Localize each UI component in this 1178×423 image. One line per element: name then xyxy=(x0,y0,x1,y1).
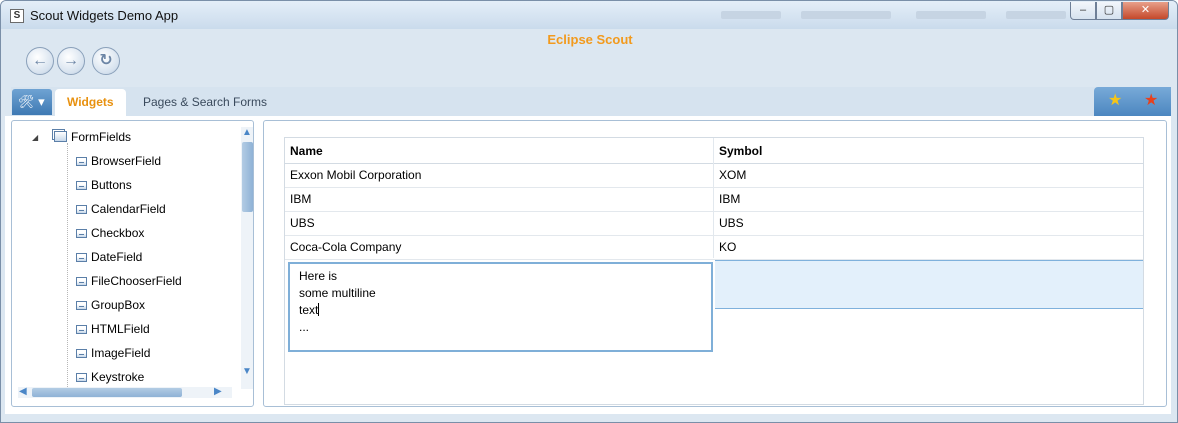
tree-item-label: FileChooserField xyxy=(91,274,182,288)
tree-item-label: CalendarField xyxy=(91,202,166,216)
tree-item-imagefield[interactable]: ImageField xyxy=(76,343,150,363)
tree-item-browserfield[interactable]: BrowserField xyxy=(76,151,161,171)
tree-item-label: BrowserField xyxy=(91,154,162,168)
tab-pages-search-forms[interactable]: Pages & Search Forms xyxy=(131,89,279,117)
form-field-icon xyxy=(76,277,87,286)
tree-item-htmlfield[interactable]: HTMLField xyxy=(76,319,150,339)
table-row[interactable]: UBS UBS xyxy=(285,212,1143,236)
navigation-tree: ◢ FormFields BrowserField Buttons Calend… xyxy=(11,120,254,407)
company-table: Name Symbol Exxon Mobil Corporation XOM … xyxy=(284,137,1144,405)
tree-item-checkbox[interactable]: Checkbox xyxy=(76,223,144,243)
cell-symbol: IBM xyxy=(719,192,741,206)
refresh-icon: ↻ xyxy=(99,52,113,69)
cell-name: IBM xyxy=(290,192,312,206)
tree-node-formfields[interactable]: FormFields xyxy=(54,127,131,147)
form-field-icon xyxy=(76,301,87,310)
editor-line: some multiline xyxy=(299,286,376,300)
form-field-icon xyxy=(76,205,87,214)
tools-menu-button[interactable]: 🛠 ▾ xyxy=(12,89,52,115)
column-header-symbol[interactable]: Symbol xyxy=(719,144,762,158)
toolbar-placeholder-icon xyxy=(1006,11,1066,19)
tree-item-label: Checkbox xyxy=(91,226,145,240)
tree-item-label: HTMLField xyxy=(91,322,150,336)
tree-item-label: Buttons xyxy=(91,178,132,192)
toolbar-placeholder-icon xyxy=(801,11,891,19)
arrow-left-icon: ← xyxy=(32,52,48,69)
scroll-left-icon[interactable]: ◀ xyxy=(19,387,27,397)
horizontal-scroll-thumb[interactable] xyxy=(32,388,182,397)
editor-line-text: text xyxy=(299,303,319,317)
close-button[interactable]: ✕ xyxy=(1122,2,1169,20)
toolbar-placeholder-icon xyxy=(721,11,781,19)
tree-item-groupbox[interactable]: GroupBox xyxy=(76,295,145,315)
manage-bookmarks-star-icon[interactable]: ★ xyxy=(1144,93,1158,109)
cell-symbol: UBS xyxy=(719,216,744,230)
tree-connector-line xyxy=(67,143,68,393)
form-field-icon xyxy=(76,325,87,334)
tree-item-label: Keystroke xyxy=(91,370,145,384)
app-icon: S xyxy=(10,9,24,23)
vertical-scroll-thumb[interactable] xyxy=(242,142,253,212)
tree-item-buttons[interactable]: Buttons xyxy=(76,175,132,195)
selected-row-highlight[interactable] xyxy=(715,260,1143,309)
folder-icon xyxy=(54,131,67,142)
tree-horizontal-scrollbar[interactable]: ◀ ▶ xyxy=(18,387,232,398)
scroll-right-icon[interactable]: ▶ xyxy=(214,387,222,397)
tree-item-label: DateField xyxy=(91,250,143,264)
minimize-button[interactable]: – xyxy=(1070,2,1096,20)
collapse-triangle-icon[interactable]: ◢ xyxy=(32,133,38,142)
table-row[interactable]: Coca-Cola Company KO xyxy=(285,236,1143,260)
cell-name: Exxon Mobil Corporation xyxy=(290,168,422,182)
scroll-down-icon[interactable]: ▼ xyxy=(242,367,252,377)
multiline-cell-editor[interactable]: Here is some multiline text ... xyxy=(288,262,713,352)
form-field-icon xyxy=(76,157,87,166)
column-header-name[interactable]: Name xyxy=(290,144,323,158)
form-field-icon xyxy=(76,253,87,262)
form-field-icon xyxy=(76,349,87,358)
bookmark-bar: ★ ★ xyxy=(1094,87,1171,117)
tree-vertical-scrollbar[interactable]: ▲ ▼ xyxy=(241,127,253,389)
toolbar-placeholder-icon xyxy=(916,11,986,19)
refresh-button[interactable]: ↻ xyxy=(92,47,120,75)
tree-item-keystroke[interactable]: Keystroke xyxy=(76,367,144,387)
add-bookmark-star-icon[interactable]: ★ xyxy=(1108,93,1122,109)
tools-icon: 🛠 ▾ xyxy=(18,94,45,109)
brand-title: Eclipse Scout xyxy=(547,32,633,47)
back-button[interactable]: ← xyxy=(26,47,54,75)
tab-widgets[interactable]: Widgets xyxy=(55,89,126,117)
tree-item-calendarfield[interactable]: CalendarField xyxy=(76,199,166,219)
cell-symbol: XOM xyxy=(719,168,747,182)
cell-symbol: KO xyxy=(719,240,737,254)
form-field-icon xyxy=(76,181,87,190)
cell-name: UBS xyxy=(290,216,315,230)
tree-item-label: GroupBox xyxy=(91,298,146,312)
text-caret xyxy=(318,303,320,316)
table-row[interactable]: IBM IBM xyxy=(285,188,1143,212)
editor-line: ... xyxy=(299,320,310,334)
app-window: S Scout Widgets Demo App – ▢ ✕ Eclipse S… xyxy=(0,0,1178,423)
table-row[interactable]: Exxon Mobil Corporation XOM xyxy=(285,164,1143,188)
cell-name: Coca-Cola Company xyxy=(290,240,402,254)
tree-node-label: FormFields xyxy=(71,130,132,144)
title-bar[interactable]: S Scout Widgets Demo App – ▢ ✕ xyxy=(1,1,1177,29)
form-field-icon xyxy=(76,373,87,382)
forward-button[interactable]: → xyxy=(57,47,85,75)
arrow-right-icon: → xyxy=(63,52,79,69)
tree-item-label: ImageField xyxy=(91,346,151,360)
editor-line: Here is xyxy=(299,269,338,283)
window-title: Scout Widgets Demo App xyxy=(30,8,179,23)
tree-item-datefield[interactable]: DateField xyxy=(76,247,142,267)
tree-item-filechooserfield[interactable]: FileChooserField xyxy=(76,271,182,291)
scroll-up-icon[interactable]: ▲ xyxy=(242,128,252,138)
form-field-icon xyxy=(76,229,87,238)
maximize-button[interactable]: ▢ xyxy=(1096,2,1122,20)
editor-line: text xyxy=(299,302,702,319)
